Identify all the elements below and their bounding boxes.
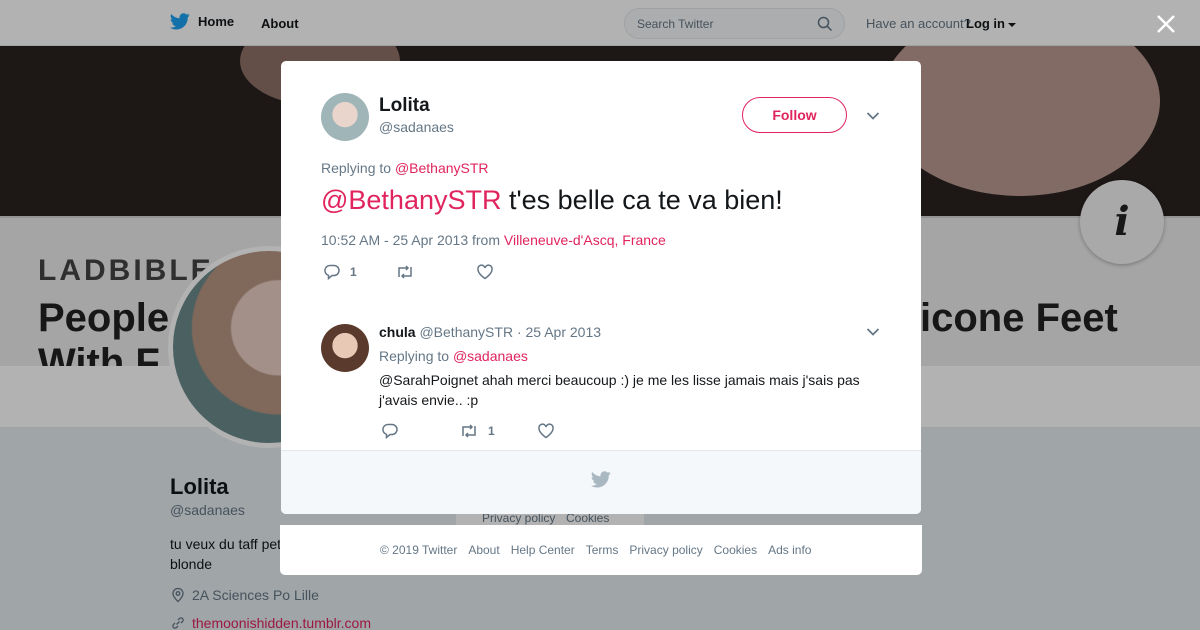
chevron-down-icon[interactable] [866,111,880,121]
footer-copyright: © 2019 Twitter [380,543,458,557]
follow-button[interactable]: Follow [742,97,847,133]
reply-icon [382,423,398,440]
reply-author-name[interactable]: chula [379,324,416,340]
close-icon[interactable] [1155,13,1177,35]
reply-replying-to-handle-link[interactable]: @sadanaes [453,348,528,364]
reply-separator: · [513,324,526,340]
reply-actions: 1 [381,422,555,440]
reply-replying-to: Replying to @sadanaes [379,348,528,364]
footer-links: © 2019 Twitter About Help Center Terms P… [380,543,822,557]
retweet-button[interactable] [395,263,415,281]
avatar[interactable] [321,324,369,372]
reply-button[interactable] [381,422,399,440]
retweet-icon [462,424,476,438]
retweet-icon [397,265,412,279]
tweet-meta: 10:52 AM - 25 Apr 2013 from Villeneuve-d… [321,232,666,248]
like-button[interactable] [537,422,555,440]
tweet-body: t'es belle ca te va bien! [501,185,783,215]
tweet-from-label: from [472,232,500,248]
tweet-modal: Lolita @sadanaes Follow Replying to @Bet… [281,61,921,514]
replying-to-handle-link[interactable]: @BethanySTR [395,160,489,176]
retweet-count: 1 [488,424,495,438]
footer-link-cookies[interactable]: Cookies [714,543,757,557]
reply-button[interactable]: 1 [323,263,357,281]
replying-to-label: Replying to [321,160,392,176]
tweet-mention-link[interactable]: @BethanySTR [321,185,501,215]
like-button[interactable] [476,263,494,281]
reply-count: 1 [350,265,357,279]
footer-link-ads-info[interactable]: Ads info [768,543,811,557]
twitter-bird-icon [591,471,611,488]
tweet-author-name[interactable]: Lolita [379,95,430,117]
reply-replying-to-label: Replying to [379,348,450,364]
reply-text: @SarahPoignet ahah merci beaucoup :) je … [379,372,860,408]
reply-icon [324,264,340,281]
heart-icon [537,423,554,439]
tweet-text: @BethanySTR t'es belle ca te va bien! [321,185,783,216]
tweet-author-handle[interactable]: @sadanaes [379,119,454,135]
page-footer: © 2019 Twitter About Help Center Terms P… [280,525,922,575]
reply-date[interactable]: 25 Apr 2013 [526,324,602,340]
replying-to: Replying to @BethanySTR [321,160,489,176]
heart-icon [476,264,493,280]
retweet-button[interactable]: 1 [459,422,495,440]
chevron-down-icon[interactable] [866,327,880,337]
footer-link-privacy[interactable]: Privacy policy [629,543,702,557]
reply-header: chula @BethanySTR · 25 Apr 2013 [379,324,601,340]
avatar[interactable] [321,93,369,141]
footer-link-about[interactable]: About [468,543,499,557]
tweet-timestamp[interactable]: 10:52 AM - 25 Apr 2013 [321,232,468,248]
reply-author-handle[interactable]: @BethanySTR [419,324,513,340]
footer-link-help-center[interactable]: Help Center [511,543,575,557]
tweet-place-link[interactable]: Villeneuve-d'Ascq, France [504,232,666,248]
modal-footer [281,450,921,514]
footer-link-terms[interactable]: Terms [586,543,619,557]
tweet-actions: 1 [323,263,494,281]
